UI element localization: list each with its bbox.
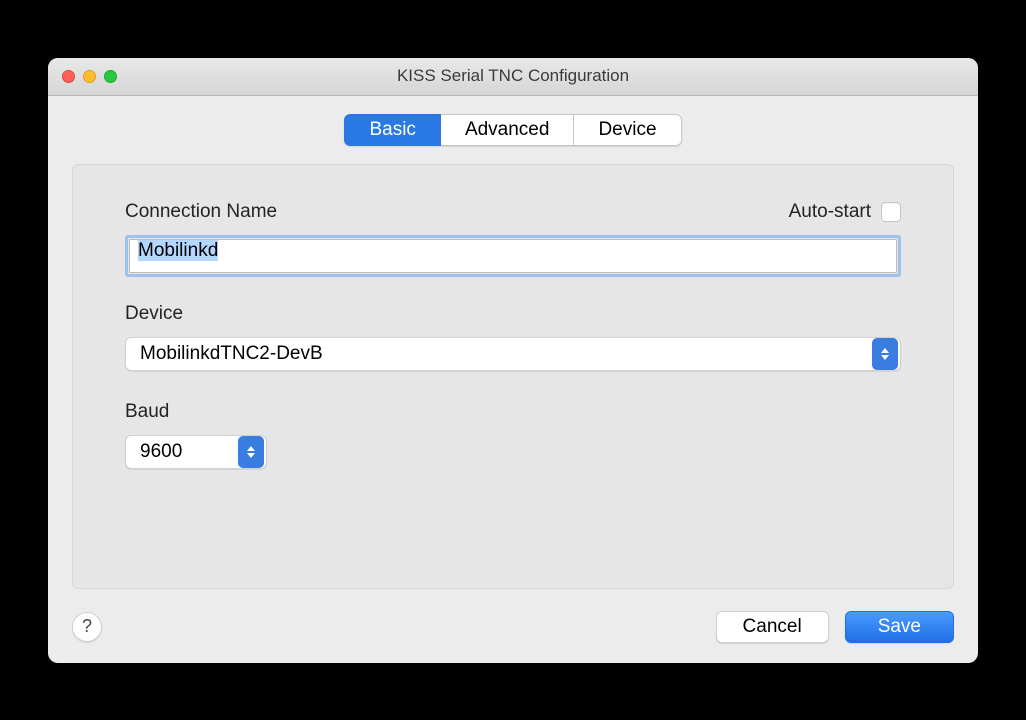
connection-name-label: Connection Name [125, 201, 277, 223]
maximize-button[interactable] [104, 70, 117, 83]
baud-select[interactable]: 9600 [125, 435, 267, 469]
device-select-value: MobilinkdTNC2-DevB [126, 343, 870, 365]
tab-bar: Basic Advanced Device [72, 114, 954, 146]
titlebar: KISS Serial TNC Configuration [48, 58, 978, 96]
auto-start-label: Auto-start [789, 201, 871, 223]
minimize-button[interactable] [83, 70, 96, 83]
help-button[interactable]: ? [72, 612, 102, 642]
updown-arrows-icon [872, 338, 898, 370]
tab-advanced[interactable]: Advanced [441, 114, 575, 146]
tab-basic[interactable]: Basic [344, 114, 440, 146]
baud-label: Baud [125, 401, 901, 423]
device-select[interactable]: MobilinkdTNC2-DevB [125, 337, 901, 371]
device-label: Device [125, 303, 901, 325]
basic-panel: Connection Name Auto-start Mobilinkd Dev… [72, 164, 954, 589]
connection-name-row: Connection Name Auto-start [125, 201, 901, 223]
configuration-window: KISS Serial TNC Configuration Basic Adva… [48, 58, 978, 663]
cancel-button[interactable]: Cancel [716, 611, 829, 643]
window-title: KISS Serial TNC Configuration [48, 66, 978, 86]
footer: ? Cancel Save [72, 611, 954, 643]
auto-start-checkbox[interactable] [881, 202, 901, 222]
traffic-lights [62, 70, 117, 83]
connection-name-focus-ring: Mobilinkd [125, 235, 901, 277]
content-area: Basic Advanced Device Connection Name Au… [48, 96, 978, 663]
updown-arrows-icon [238, 436, 264, 468]
tab-segmented-control: Basic Advanced Device [344, 114, 681, 146]
save-button[interactable]: Save [845, 611, 954, 643]
connection-name-selection: Mobilinkd [138, 240, 218, 261]
tab-device[interactable]: Device [574, 114, 681, 146]
auto-start-group: Auto-start [789, 201, 901, 223]
baud-select-value: 9600 [126, 441, 236, 463]
close-button[interactable] [62, 70, 75, 83]
connection-name-input[interactable]: Mobilinkd [129, 239, 897, 273]
